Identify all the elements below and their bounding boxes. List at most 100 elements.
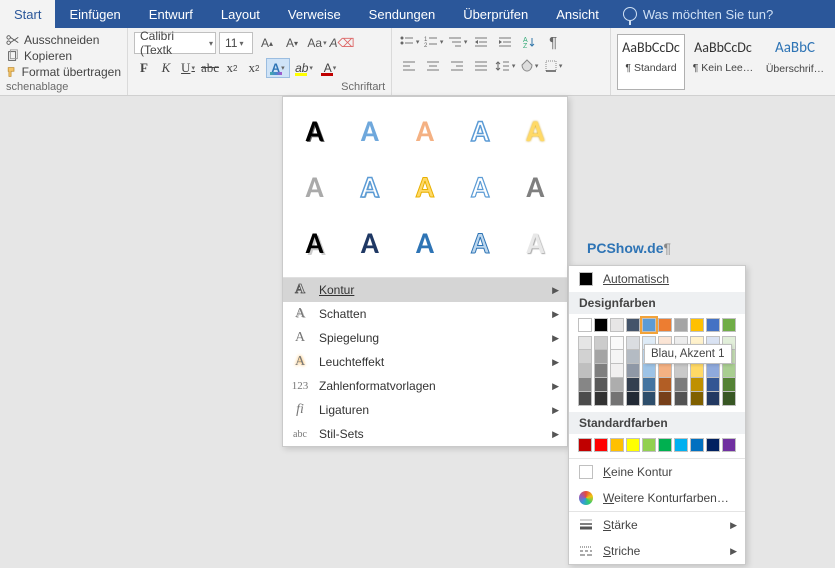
align-left-button[interactable]	[398, 56, 420, 76]
tint-swatch-2-0[interactable]	[610, 336, 624, 350]
fx-preset-13[interactable]: A	[397, 215, 452, 271]
line-spacing-button[interactable]: ▾	[494, 56, 516, 76]
theme-swatch-5[interactable]	[658, 318, 672, 332]
tint-swatch-2-2[interactable]	[610, 364, 624, 378]
standard-swatch-9[interactable]	[722, 438, 736, 452]
tint-swatch-2-4[interactable]	[610, 392, 624, 406]
standard-swatch-2[interactable]	[610, 438, 624, 452]
fx-preset-2[interactable]: A	[342, 103, 397, 159]
tint-swatch-1-1[interactable]	[594, 350, 608, 364]
fx-menu-leuchteffekt[interactable]: ALeuchteffekt▶	[283, 350, 567, 374]
tint-swatch-7-2[interactable]	[690, 364, 704, 378]
standard-swatch-6[interactable]	[674, 438, 688, 452]
fx-preset-7[interactable]: A	[342, 159, 397, 215]
more-outline-colors[interactable]: Weitere Konturfarben…	[569, 485, 745, 511]
theme-swatch-2[interactable]	[610, 318, 624, 332]
cut-button[interactable]: Ausschneiden	[6, 32, 121, 48]
theme-swatch-3[interactable]	[626, 318, 640, 332]
tab-verweise[interactable]: Verweise	[274, 0, 355, 28]
strikethrough-button[interactable]: abc	[200, 58, 220, 78]
align-center-button[interactable]	[422, 56, 444, 76]
tint-swatch-1-2[interactable]	[594, 364, 608, 378]
tint-swatch-5-4[interactable]	[658, 392, 672, 406]
theme-swatch-0[interactable]	[578, 318, 592, 332]
fx-menu-zahlen[interactable]: 123Zahlenformatvorlagen▶	[283, 374, 567, 398]
tint-swatch-1-0[interactable]	[594, 336, 608, 350]
tint-swatch-6-3[interactable]	[674, 378, 688, 392]
tint-swatch-3-3[interactable]	[626, 378, 640, 392]
bullets-button[interactable]: ▾	[398, 32, 420, 52]
tint-swatch-0-1[interactable]	[578, 350, 592, 364]
fx-preset-14[interactable]: A	[453, 215, 508, 271]
theme-swatch-4[interactable]	[642, 318, 656, 332]
tint-swatch-4-4[interactable]	[642, 392, 656, 406]
underline-button[interactable]: U▾	[178, 58, 198, 78]
subscript-button[interactable]: x2	[222, 58, 242, 78]
tint-swatch-1-4[interactable]	[594, 392, 608, 406]
tint-swatch-3-1[interactable]	[626, 350, 640, 364]
standard-swatch-4[interactable]	[642, 438, 656, 452]
tab-sendungen[interactable]: Sendungen	[355, 0, 450, 28]
fx-preset-15[interactable]: A	[508, 215, 563, 271]
style-standard[interactable]: AaBbCcDc ¶ Standard	[617, 34, 685, 90]
font-size-combo[interactable]: 11▾	[219, 32, 253, 54]
fx-menu-kontur[interactable]: AKontur▶	[283, 278, 567, 302]
style-kein-leerraum[interactable]: AaBbCcDc ¶ Kein Lee…	[689, 34, 757, 90]
change-case-button[interactable]: Aa▾	[306, 32, 328, 54]
theme-swatch-6[interactable]	[674, 318, 688, 332]
tint-swatch-5-3[interactable]	[658, 378, 672, 392]
tint-swatch-1-3[interactable]	[594, 378, 608, 392]
tab-entwurf[interactable]: Entwurf	[135, 0, 207, 28]
fx-preset-10[interactable]: A	[508, 159, 563, 215]
align-right-button[interactable]	[446, 56, 468, 76]
tint-swatch-7-3[interactable]	[690, 378, 704, 392]
font-color-button[interactable]: A▾	[318, 58, 342, 78]
tab-start[interactable]: Start	[0, 0, 55, 28]
format-painter-button[interactable]: Format übertragen	[6, 64, 121, 80]
tint-swatch-0-3[interactable]	[578, 378, 592, 392]
theme-swatch-9[interactable]	[722, 318, 736, 332]
tint-swatch-8-2[interactable]	[706, 364, 720, 378]
copy-button[interactable]: Kopieren	[6, 48, 121, 64]
tint-swatch-8-3[interactable]	[706, 378, 720, 392]
tint-swatch-2-1[interactable]	[610, 350, 624, 364]
fx-preset-8[interactable]: A	[397, 159, 452, 215]
outline-weight[interactable]: Stärke ▶	[569, 512, 745, 538]
tint-swatch-2-3[interactable]	[610, 378, 624, 392]
standard-swatch-5[interactable]	[658, 438, 672, 452]
fx-menu-stilsets[interactable]: abcStil-Sets▶	[283, 422, 567, 446]
tint-swatch-3-0[interactable]	[626, 336, 640, 350]
increase-indent-button[interactable]	[494, 32, 516, 52]
fx-preset-1[interactable]: A	[287, 103, 342, 159]
italic-button[interactable]: K	[156, 58, 176, 78]
shrink-font-button[interactable]: A▾	[281, 32, 303, 54]
fx-preset-5[interactable]: A	[508, 103, 563, 159]
theme-swatch-8[interactable]	[706, 318, 720, 332]
standard-swatch-1[interactable]	[594, 438, 608, 452]
tint-swatch-7-4[interactable]	[690, 392, 704, 406]
shading-button[interactable]: ▾	[518, 56, 540, 76]
no-outline[interactable]: Keine Kontur	[569, 459, 745, 485]
tell-me-search[interactable]: Was möchten Sie tun?	[613, 0, 773, 28]
clear-formatting-button[interactable]: A⌫	[331, 32, 353, 54]
fx-menu-schatten[interactable]: ASchatten▶	[283, 302, 567, 326]
sort-button[interactable]: AZ	[518, 32, 540, 52]
tab-einfuegen[interactable]: Einfügen	[55, 0, 134, 28]
tint-swatch-3-2[interactable]	[626, 364, 640, 378]
fx-preset-3[interactable]: A	[397, 103, 452, 159]
standard-swatch-0[interactable]	[578, 438, 592, 452]
fx-preset-11[interactable]: A	[287, 215, 342, 271]
fx-preset-6[interactable]: A	[287, 159, 342, 215]
numbering-button[interactable]: 12▾	[422, 32, 444, 52]
document-text[interactable]: PCShow.de¶	[587, 240, 671, 257]
font-name-combo[interactable]: Calibri (Textk▾	[134, 32, 216, 54]
standard-swatch-8[interactable]	[706, 438, 720, 452]
tint-swatch-8-4[interactable]	[706, 392, 720, 406]
standard-swatch-7[interactable]	[690, 438, 704, 452]
tint-swatch-0-4[interactable]	[578, 392, 592, 406]
fx-preset-4[interactable]: A	[453, 103, 508, 159]
tint-swatch-6-4[interactable]	[674, 392, 688, 406]
style-ueberschrift[interactable]: AaBbC Überschrif…	[761, 34, 829, 90]
outline-dashes[interactable]: Striche ▶	[569, 538, 745, 564]
tab-ueberpruefen[interactable]: Überprüfen	[449, 0, 542, 28]
